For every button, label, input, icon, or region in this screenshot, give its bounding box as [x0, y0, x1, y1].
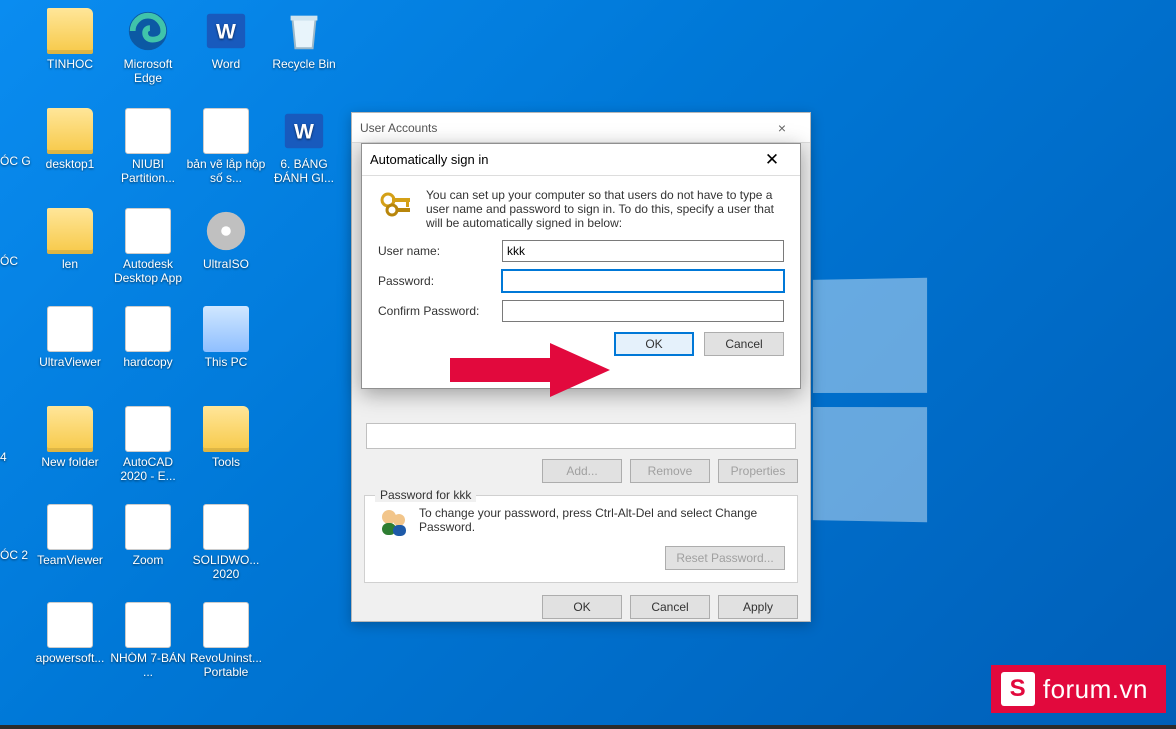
desktop-icon[interactable]: TINHOC	[30, 8, 110, 72]
desktop-icon[interactable]: desktop1	[30, 108, 110, 172]
desktop-icon[interactable]: Recycle Bin	[264, 8, 344, 72]
user-listbox[interactable]	[366, 423, 796, 449]
group-legend: Password for kkk	[375, 488, 476, 502]
child-ok-button[interactable]: OK	[614, 332, 694, 356]
icon-label: bản vẽ lắp hộp số s...	[186, 158, 266, 186]
icon-label: RevoUninst... Portable	[186, 652, 266, 680]
desktop-icon[interactable]: SOLIDWO... 2020	[186, 504, 266, 582]
icon-label: UltraViewer	[30, 356, 110, 370]
desktop-icon[interactable]: UltraViewer	[30, 306, 110, 370]
icon-label: 6. BẢNG ĐÁNH GI...	[264, 158, 344, 186]
password-input[interactable]	[502, 270, 784, 292]
close-icon[interactable]: ×	[762, 120, 802, 136]
remove-button[interactable]: Remove	[630, 459, 710, 483]
parent-ok-button[interactable]: OK	[542, 595, 622, 619]
icon-label: Tools	[186, 456, 266, 470]
icon-label: Zoom	[108, 554, 188, 568]
parent-titlebar[interactable]: User Accounts ×	[352, 113, 810, 143]
password-text: To change your password, press Ctrl-Alt-…	[419, 506, 785, 534]
desktop-icon[interactable]: RevoUninst... Portable	[186, 602, 266, 680]
svg-text:W: W	[294, 121, 314, 144]
icon-label: Autodesk Desktop App	[108, 258, 188, 286]
annotation-arrow	[450, 340, 610, 400]
properties-button[interactable]: Properties	[718, 459, 798, 483]
desktop-icon[interactable]: Zoom	[108, 504, 188, 568]
icon-label: TINHOC	[30, 58, 110, 72]
icon-label: desktop1	[30, 158, 110, 172]
desktop-icon[interactable]: UltraISO	[186, 208, 266, 272]
clipped-column: ÓC G ÓC 4 ÓC 2	[0, 154, 31, 648]
icon-label: AutoCAD 2020 - E...	[108, 456, 188, 484]
desktop-icon[interactable]: NHÓM 7-BẢN ...	[108, 602, 188, 680]
icon-label: hardcopy	[108, 356, 188, 370]
parent-apply-button[interactable]: Apply	[718, 595, 798, 619]
password-label: Password:	[378, 274, 502, 288]
desktop-icon[interactable]: NIUBI Partition...	[108, 108, 188, 186]
icon-label: SOLIDWO... 2020	[186, 554, 266, 582]
desktop-icon[interactable]: bản vẽ lắp hộp số s...	[186, 108, 266, 186]
username-input[interactable]	[502, 240, 784, 262]
icon-label: TeamViewer	[30, 554, 110, 568]
desktop-icon[interactable]: AutoCAD 2020 - E...	[108, 406, 188, 484]
confirm-password-label: Confirm Password:	[378, 304, 502, 318]
icon-label: UltraISO	[186, 258, 266, 272]
username-label: User name:	[378, 244, 502, 258]
child-title: Automatically sign in	[370, 152, 489, 167]
desktop-icon[interactable]: New folder	[30, 406, 110, 470]
parent-title: User Accounts	[360, 121, 437, 135]
desktop-icon[interactable]: len	[30, 208, 110, 272]
icon-label: Word	[186, 58, 266, 72]
watermark-logo: S	[1001, 672, 1035, 706]
close-icon[interactable]: ✕	[752, 150, 792, 170]
add-button[interactable]: Add...	[542, 459, 622, 483]
desktop-icon[interactable]: W 6. BẢNG ĐÁNH GI...	[264, 108, 344, 186]
desktop-icon[interactable]: Tools	[186, 406, 266, 470]
child-titlebar[interactable]: Automatically sign in ✕	[362, 144, 800, 176]
keys-icon	[378, 188, 414, 224]
icon-label: Recycle Bin	[264, 58, 344, 72]
desktop-icon[interactable]: Autodesk Desktop App	[108, 208, 188, 286]
confirm-password-input[interactable]	[502, 300, 784, 322]
desktop-icon[interactable]: Microsoft Edge	[108, 8, 188, 86]
desktop-icon[interactable]: hardcopy	[108, 306, 188, 370]
icon-label: NIUBI Partition...	[108, 158, 188, 186]
desktop-icon[interactable]: W Word	[186, 8, 266, 72]
child-cancel-button[interactable]: Cancel	[704, 332, 784, 356]
icon-label: len	[30, 258, 110, 272]
dialog-description: You can set up your computer so that use…	[426, 188, 784, 230]
icon-label: NHÓM 7-BẢN ...	[108, 652, 188, 680]
watermark-text: forum.vn	[1043, 674, 1148, 705]
svg-text:W: W	[216, 21, 236, 44]
desktop-icon[interactable]: apowersoft...	[30, 602, 110, 666]
desktop-icon[interactable]: TeamViewer	[30, 504, 110, 568]
taskbar[interactable]	[0, 725, 1176, 729]
user-keys-icon	[377, 506, 409, 538]
password-group: Password for kkk To change your password…	[364, 495, 798, 583]
icon-label: apowersoft...	[30, 652, 110, 666]
desktop-icon[interactable]: This PC	[186, 306, 266, 370]
parent-cancel-button[interactable]: Cancel	[630, 595, 710, 619]
reset-password-button[interactable]: Reset Password...	[665, 546, 785, 570]
icon-label: This PC	[186, 356, 266, 370]
watermark: S forum.vn	[991, 665, 1166, 713]
icon-label: Microsoft Edge	[108, 58, 188, 86]
icon-label: New folder	[30, 456, 110, 470]
